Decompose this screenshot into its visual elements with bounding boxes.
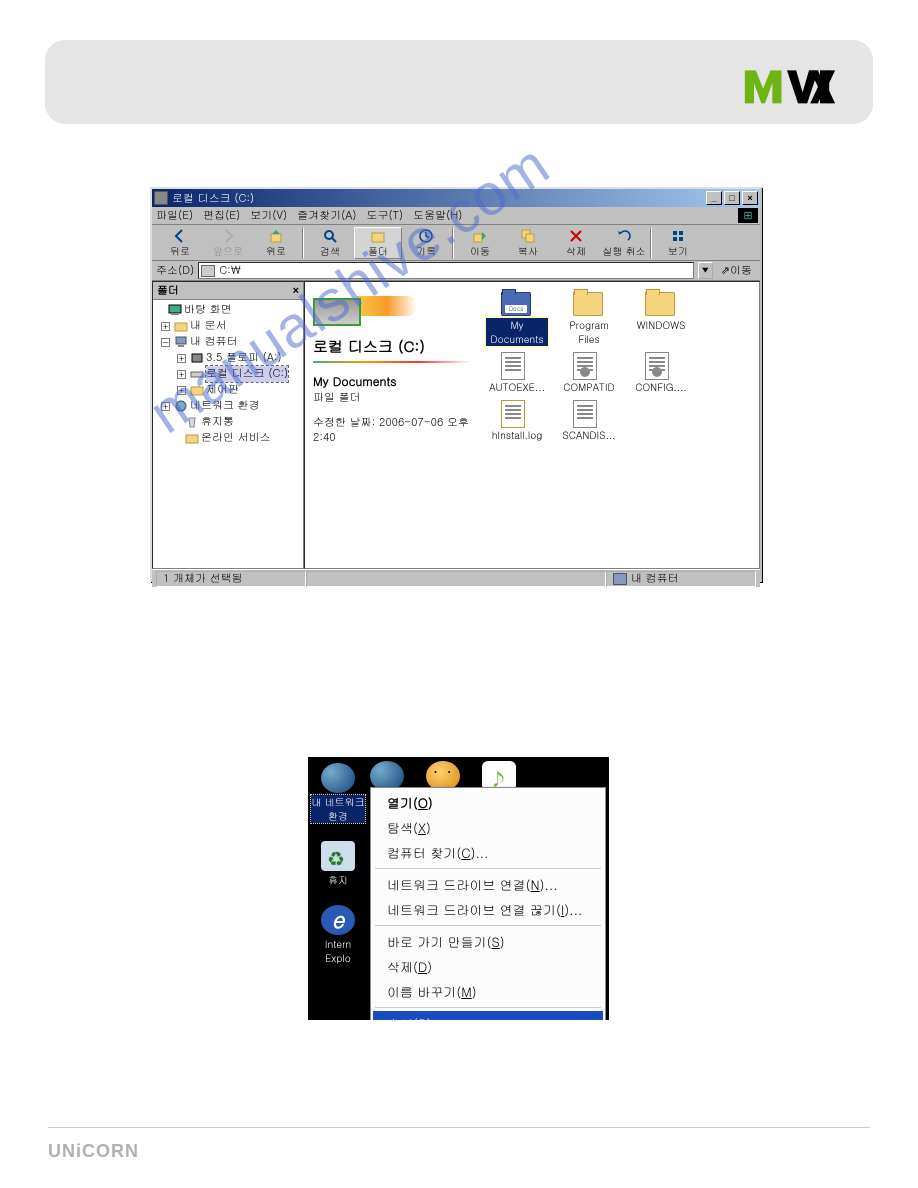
menu-help[interactable]: 도움말(H)	[413, 208, 462, 223]
icons-grid: DocsMy DocumentsProgram FilesWINDOWS AUTO…	[480, 282, 759, 568]
selection-name: My Documents	[313, 373, 472, 390]
context-menu-item[interactable]: 이름 바꾸기(M)	[373, 979, 603, 1004]
drive-icon	[154, 191, 168, 205]
desktop-left-column: 내 네트워크환경 휴지 eInternExplo	[308, 757, 368, 971]
file-item[interactable]: Program Files	[558, 288, 620, 346]
drive-icon	[201, 265, 215, 277]
footer-logo: UNiCORN	[48, 1141, 139, 1162]
tree-online-services[interactable]: 온라인 서비스	[155, 430, 301, 446]
address-dropdown-button[interactable]: ▼	[698, 262, 713, 279]
desktop-top-row	[368, 757, 608, 791]
computer-icon	[613, 573, 627, 585]
file-item[interactable]: DocsMy Documents	[486, 288, 548, 346]
menu-edit[interactable]: 편집(E)	[203, 208, 240, 223]
tree-my-computer[interactable]: −내 컴퓨터	[155, 334, 301, 350]
file-item[interactable]: AUTOEXE...	[486, 350, 548, 394]
titlebar: 로컬 디스크 (C:) _ □ ×	[152, 189, 760, 207]
context-menu-screenshot: 내 네트워크환경 휴지 eInternExplo 열기(O)탐색(X)컴퓨터 찾…	[308, 757, 609, 1020]
forward-button[interactable]: 앞으로	[204, 227, 252, 259]
content-panel: 로컬 디스크 (C:) My Documents 파일 폴더 수정한 날짜: 2…	[304, 281, 760, 569]
tree-network[interactable]: +네트워크 환경	[155, 398, 301, 414]
tree-control-panel[interactable]: +제어판	[155, 382, 301, 398]
address-value: C:\	[219, 263, 241, 278]
history-button[interactable]: 기록	[402, 227, 450, 259]
tree-recycle-bin[interactable]: 휴지통	[155, 414, 301, 430]
toolbar: 뒤로 앞으로 위로 검색 폴더 기록 이동 복사 삭제 실행 취소 보기	[152, 225, 760, 261]
file-item[interactable]: SCANDIS...	[558, 398, 620, 442]
explorer-window: 로컬 디스크 (C:) _ □ × 파일(E) 편집(E) 보기(V) 즐겨찾기…	[150, 187, 762, 582]
context-menu-item[interactable]: 삭제(D)	[373, 954, 603, 979]
folders-button[interactable]: 폴더	[354, 227, 402, 259]
tree-desktop[interactable]: 바탕 화면	[155, 302, 301, 318]
address-input[interactable]: C:\	[198, 262, 694, 279]
context-menu-item[interactable]: 네트워크 드라이브 연결(N)...	[373, 872, 603, 897]
context-menu-item[interactable]: 속성(R)	[373, 1011, 603, 1020]
tree-floppy[interactable]: +3.5 플로피 (A:)	[155, 350, 301, 366]
folders-panel-header: 폴더 ×	[153, 282, 303, 300]
context-menu-item[interactable]: 열기(O)	[373, 790, 603, 815]
context-menu-item[interactable]: 네트워크 드라이브 연결 끊기(I)...	[373, 897, 603, 922]
back-button[interactable]: 뒤로	[156, 227, 204, 259]
undo-button[interactable]: 실행 취소	[600, 227, 648, 259]
context-menu: 열기(O)탐색(X)컴퓨터 찾기(C)... 네트워크 드라이브 연결(N)...…	[370, 787, 606, 1020]
windows-flag-icon	[738, 208, 758, 223]
folders-panel-close-button[interactable]: ×	[293, 285, 299, 297]
menu-favorites[interactable]: 즐겨찾기(A)	[297, 208, 356, 223]
context-menu-item[interactable]: 바로 가기 만들기(S)	[373, 929, 603, 954]
move-button[interactable]: 이동	[456, 227, 504, 259]
page-header	[45, 40, 873, 124]
selection-meta: 수정한 날짜: 2006-07-06 오후 2:40	[313, 415, 472, 445]
file-item[interactable]: WINDOWS	[630, 288, 692, 346]
copy-button[interactable]: 복사	[504, 227, 552, 259]
up-button[interactable]: 위로	[252, 227, 300, 259]
folders-panel: 폴더 × 바탕 화면 +내 문서 −내 컴퓨터 +3.5 플로피 (A:) +로…	[152, 281, 304, 569]
menu-file[interactable]: 파일(E)	[156, 208, 193, 223]
desktop-recycle-icon[interactable]: 휴지	[321, 841, 355, 887]
folder-tree: 바탕 화면 +내 문서 −내 컴퓨터 +3.5 플로피 (A:) +로컬 디스크…	[153, 300, 303, 448]
minimize-button[interactable]: _	[706, 191, 722, 205]
drive-title: 로컬 디스크 (C:)	[313, 336, 472, 357]
footer-divider	[48, 1127, 870, 1128]
window-title: 로컬 디스크 (C:)	[172, 191, 704, 206]
file-item[interactable]: CONFIG....	[630, 350, 692, 394]
close-button[interactable]: ×	[742, 191, 758, 205]
file-item[interactable]: hInstall.log	[486, 398, 548, 442]
desktop-network-env-icon[interactable]: 내 네트워크환경	[311, 763, 364, 823]
tree-my-documents[interactable]: +내 문서	[155, 318, 301, 334]
menu-bar: 파일(E) 편집(E) 보기(V) 즐겨찾기(A) 도구(T) 도움말(H)	[152, 207, 760, 225]
selection-type: 파일 폴더	[313, 390, 472, 405]
info-column: 로컬 디스크 (C:) My Documents 파일 폴더 수정한 날짜: 2…	[305, 282, 480, 568]
go-button[interactable]: ⇗이동	[717, 263, 756, 278]
statusbar: 1 개체가 선택됨 내 컴퓨터	[152, 569, 760, 587]
context-menu-item[interactable]: 탐색(X)	[373, 815, 603, 840]
delete-button[interactable]: 삭제	[552, 227, 600, 259]
file-item[interactable]: COMPATID	[558, 350, 620, 394]
maximize-button[interactable]: □	[724, 191, 740, 205]
context-menu-item[interactable]: 컴퓨터 찾기(C)...	[373, 840, 603, 865]
tree-local-disk-c[interactable]: +로컬 디스크 (C:)	[155, 366, 301, 382]
views-button[interactable]: 보기	[654, 227, 702, 259]
search-button[interactable]: 검색	[306, 227, 354, 259]
menu-view[interactable]: 보기(V)	[250, 208, 287, 223]
address-bar: 주소(D) C:\ ▼ ⇗이동	[152, 261, 760, 281]
menu-tools[interactable]: 도구(T)	[366, 208, 403, 223]
address-label: 주소(D)	[156, 263, 194, 278]
window-controls: _ □ ×	[704, 191, 758, 205]
drive-big-icon	[313, 288, 403, 330]
desktop-ie-icon[interactable]: eInternExplo	[321, 905, 355, 965]
status-location: 내 컴퓨터	[606, 571, 756, 587]
mvix-logo	[743, 58, 853, 120]
status-selection: 1 개체가 선택됨	[156, 571, 306, 587]
